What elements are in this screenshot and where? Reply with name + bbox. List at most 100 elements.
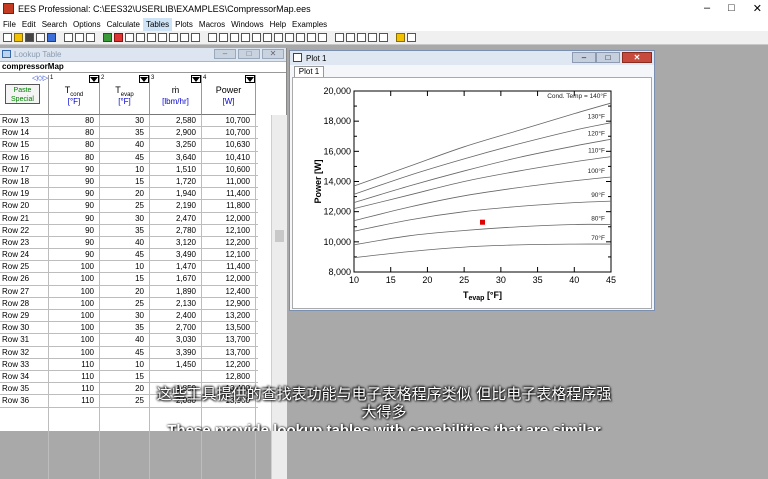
- table-row[interactable]: Row 17 90 10 1,510 10,600: [0, 164, 258, 176]
- plot-area[interactable]: Power [W] Tevap [°F] 8,000 10,000 12,000 14…: [292, 77, 652, 309]
- table-cell[interactable]: 10,630: [202, 140, 250, 149]
- ellipse-icon[interactable]: [368, 33, 377, 42]
- table-cell[interactable]: 20: [100, 287, 144, 296]
- solve-icon[interactable]: [114, 33, 123, 42]
- property-plot-icon[interactable]: [169, 33, 178, 42]
- table-cell[interactable]: 3,120: [150, 238, 196, 247]
- table-cell[interactable]: 100: [49, 323, 94, 332]
- table-row[interactable]: Row 33 110 10 1,450 12,200: [0, 359, 258, 371]
- table-row[interactable]: Row 13 80 30 2,580 10,700: [0, 115, 258, 128]
- table-row[interactable]: Row 19 90 20 1,940 11,400: [0, 188, 258, 201]
- table-row[interactable]: Row 34 110 15 12,800: [0, 371, 258, 384]
- table-cell[interactable]: 80: [49, 153, 94, 162]
- help-icon[interactable]: [396, 33, 405, 42]
- lookup-minimize-button[interactable]: –: [214, 49, 236, 59]
- table-cell[interactable]: 100: [49, 287, 94, 296]
- table-cell[interactable]: 90: [49, 238, 94, 247]
- table-cell[interactable]: 45: [100, 250, 144, 259]
- table-cell[interactable]: 90: [49, 226, 94, 235]
- table-cell[interactable]: 15: [100, 274, 144, 283]
- table-cell[interactable]: 12,000: [202, 274, 250, 283]
- table-cell[interactable]: 2,470: [150, 214, 196, 223]
- table-cell[interactable]: 35: [100, 323, 144, 332]
- table-cell[interactable]: 1,470: [150, 262, 196, 271]
- table-cell[interactable]: 10,700: [202, 128, 250, 137]
- table-cell[interactable]: 1,720: [150, 177, 196, 186]
- table-cell[interactable]: 10,600: [202, 165, 250, 174]
- table-cell[interactable]: 100: [49, 348, 94, 357]
- column-menu-icon[interactable]: [245, 75, 255, 83]
- table-cell[interactable]: 3,490: [150, 250, 196, 259]
- formatted-equations-icon[interactable]: [219, 33, 228, 42]
- rectangle-icon[interactable]: [357, 33, 366, 42]
- table-cell[interactable]: 2,700: [150, 323, 196, 332]
- table-row[interactable]: Row 20 90 25 2,190 11,800: [0, 200, 258, 213]
- table-cell[interactable]: 90: [49, 177, 94, 186]
- table-cell[interactable]: 45: [100, 348, 144, 357]
- table-cell[interactable]: 40: [100, 335, 144, 344]
- table-row[interactable]: Row 25 100 10 1,470 11,400: [0, 261, 258, 274]
- table-row[interactable]: Row 18 90 15 1,720 11,000: [0, 176, 258, 189]
- table-cell[interactable]: 80: [49, 128, 94, 137]
- plot-maximize-button[interactable]: □: [596, 52, 620, 63]
- column-header-tevap[interactable]: 2 Tevap [°F]: [100, 75, 150, 115]
- table-cell[interactable]: 12,800: [202, 372, 250, 381]
- lookup-table-icon[interactable]: [274, 33, 283, 42]
- equations-icon[interactable]: [75, 33, 84, 42]
- diagram-window-icon[interactable]: [285, 33, 294, 42]
- table-cell[interactable]: 100: [49, 299, 94, 308]
- table-cell[interactable]: 110: [49, 360, 94, 369]
- table-cell[interactable]: 90: [49, 214, 94, 223]
- check-icon[interactable]: [47, 33, 56, 42]
- table-cell[interactable]: 35: [100, 128, 144, 137]
- table-icon[interactable]: [147, 33, 156, 42]
- table-row[interactable]: Row 29 100 30 2,400 13,200: [0, 310, 258, 323]
- lookup-table-name-tab[interactable]: compressorMap: [0, 62, 64, 73]
- table-cell[interactable]: 12,100: [202, 250, 250, 259]
- line-icon[interactable]: [346, 33, 355, 42]
- menu-macros[interactable]: Macros: [196, 18, 228, 31]
- table-cell[interactable]: 40: [100, 140, 144, 149]
- table-cell[interactable]: 20: [100, 189, 144, 198]
- menu-calculate[interactable]: Calculate: [104, 18, 143, 31]
- integral-table-icon[interactable]: [307, 33, 316, 42]
- table-cell[interactable]: 3,390: [150, 348, 196, 357]
- unit-icon[interactable]: [64, 33, 73, 42]
- menu-options[interactable]: Options: [70, 18, 104, 31]
- arrow-icon[interactable]: [379, 33, 388, 42]
- table-cell[interactable]: 30: [100, 311, 144, 320]
- table-cell[interactable]: 80: [49, 116, 94, 125]
- table-cell[interactable]: 1,450: [150, 360, 196, 369]
- table-cell[interactable]: 12,000: [202, 214, 250, 223]
- table-cell[interactable]: 15: [100, 372, 144, 381]
- table-cell[interactable]: 2,900: [150, 128, 196, 137]
- table-cell[interactable]: 100: [49, 311, 94, 320]
- column-arrows-icon[interactable]: ◁◇▷: [32, 74, 48, 82]
- table-cell[interactable]: 45: [100, 153, 144, 162]
- table-cell[interactable]: 80: [49, 140, 94, 149]
- column-header-mdot[interactable]: 3 ṁ [lbm/hr]: [150, 75, 202, 115]
- table-row[interactable]: Row 28 100 25 2,130 12,900: [0, 298, 258, 310]
- open-folder-icon[interactable]: [14, 33, 23, 42]
- parametric-table-icon[interactable]: [263, 33, 272, 42]
- solve-table-icon[interactable]: [125, 33, 134, 42]
- table-cell[interactable]: 3,250: [150, 140, 196, 149]
- table-cell[interactable]: 110: [49, 372, 94, 381]
- column-menu-icon[interactable]: [89, 75, 99, 83]
- table-cell[interactable]: 90: [49, 250, 94, 259]
- table-cell[interactable]: 3,030: [150, 335, 196, 344]
- table-row[interactable]: Row 21 90 30 2,470 12,000: [0, 213, 258, 225]
- plot-close-button[interactable]: ✕: [622, 52, 652, 63]
- table-cell[interactable]: 10: [100, 262, 144, 271]
- arrays-window-icon[interactable]: [241, 33, 250, 42]
- print-icon[interactable]: [36, 33, 45, 42]
- table-cell[interactable]: 1,510: [150, 165, 196, 174]
- new-file-icon[interactable]: [3, 33, 12, 42]
- table-row[interactable]: Row 27 100 20 1,890 12,400: [0, 286, 258, 298]
- table-cell[interactable]: 2,780: [150, 226, 196, 235]
- table-row[interactable]: Row 30 100 35 2,700 13,500: [0, 322, 258, 335]
- table-cell[interactable]: 1,890: [150, 287, 196, 296]
- debug-icon[interactable]: [318, 33, 327, 42]
- lookup-close-button[interactable]: ✕: [262, 49, 284, 59]
- table-cell[interactable]: 13,500: [202, 323, 250, 332]
